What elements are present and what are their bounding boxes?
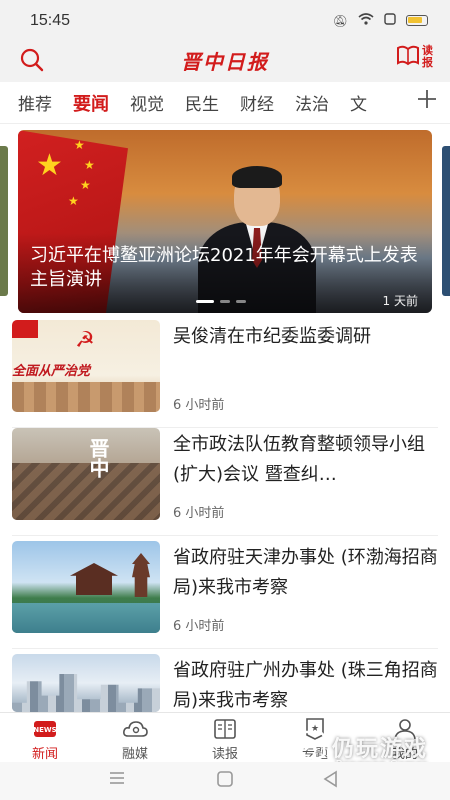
- channel-tab[interactable]: 法治: [295, 90, 329, 116]
- news-title: 吴俊清在市纪委监委调研: [173, 326, 371, 347]
- channel-tab[interactable]: 文: [350, 90, 367, 116]
- headline-carousel[interactable]: ★ ★ ★ ★ ★ 习近平在博鳌亚洲论坛2021年年会开幕式上发表主旨演讲 1 …: [0, 130, 450, 313]
- carousel-indicator: [196, 300, 246, 303]
- carousel-dot: [220, 300, 230, 303]
- channel-bar: 推荐 要闻 视觉 民生 财经 法治 文: [0, 82, 450, 124]
- news-time: 6 小时前: [173, 506, 225, 521]
- status-bar: 15:45 🔕︎: [0, 0, 450, 40]
- list-item[interactable]: 晋中 全市政法队伍教育整顿领导小组 (扩大)会议 暨查纠… 6 小时前: [12, 424, 438, 536]
- news-thumbnail: ☭ 全面从严治党: [12, 320, 160, 412]
- app-title: 晋中日报: [181, 50, 269, 74]
- watermark-logo-icon: [296, 730, 326, 764]
- svg-text:NEWS: NEWS: [33, 726, 56, 734]
- carousel-title: 习近平在博鳌亚洲论坛2021年年会开幕式上发表主旨演讲: [30, 245, 418, 290]
- carousel-slide[interactable]: ★ ★ ★ ★ ★ 习近平在博鳌亚洲论坛2021年年会开幕式上发表主旨演讲 1 …: [18, 130, 432, 313]
- status-time: 15:45: [30, 12, 71, 29]
- channel-tab[interactable]: 视觉: [130, 90, 164, 116]
- wifi-icon: [358, 13, 374, 28]
- carousel-dot-active: [196, 300, 214, 303]
- status-icons: 🔕︎: [333, 13, 428, 28]
- system-nav-bar: [0, 762, 450, 800]
- news-thumbnail: [12, 654, 160, 712]
- tab-read[interactable]: 读报: [190, 717, 260, 762]
- news-title: 省政府驻天津办事处 (环渤海招商局)来我市考察: [173, 547, 438, 598]
- tab-label: 新闻: [31, 747, 58, 762]
- app-header: 晋中日报 读报: [0, 40, 450, 82]
- menu-icon[interactable]: [108, 770, 126, 790]
- plus-icon[interactable]: [416, 88, 438, 116]
- cloud-icon: [122, 717, 148, 741]
- list-item[interactable]: ☭ 全面从严治党 吴俊清在市纪委监委调研 6 小时前: [12, 316, 438, 428]
- channel-tab-active[interactable]: 要闻: [73, 90, 109, 116]
- newspaper-icon: [212, 717, 238, 741]
- channel-tab[interactable]: 推荐: [18, 90, 52, 116]
- carousel-prev-peek[interactable]: [0, 146, 8, 296]
- tab-media[interactable]: 融媒: [100, 717, 170, 762]
- read-newspaper-button[interactable]: 读报: [396, 44, 436, 70]
- party-emblem-icon: ☭: [75, 328, 95, 353]
- thumb-caption: 全面从严治党: [12, 364, 91, 379]
- news-time: 6 小时前: [173, 619, 225, 634]
- channel-list: 推荐 要闻 视觉 民生 财经 法治 文: [18, 90, 367, 116]
- list-item[interactable]: 省政府驻广州办事处 (珠三角招商局)来我市考察: [12, 650, 438, 712]
- thumb-caption: 晋中: [86, 438, 110, 478]
- battery-icon: [406, 15, 428, 26]
- news-thumbnail: 晋中: [12, 428, 160, 520]
- news-icon: NEWS: [32, 717, 58, 741]
- news-title: 省政府驻广州办事处 (珠三角招商局)来我市考察: [173, 660, 438, 711]
- carousel-dot: [236, 300, 246, 303]
- list-item[interactable]: 省政府驻天津办事处 (环渤海招商局)来我市考察 6 小时前: [12, 537, 438, 649]
- news-time: 6 小时前: [173, 398, 225, 413]
- channel-tab[interactable]: 民生: [185, 90, 219, 116]
- sim-icon: [384, 13, 396, 28]
- home-icon[interactable]: [216, 770, 234, 792]
- back-icon[interactable]: [322, 770, 340, 792]
- book-icon: [396, 44, 420, 70]
- bell-off-icon: 🔕︎: [332, 13, 348, 28]
- tab-news[interactable]: NEWS 新闻: [10, 717, 80, 762]
- watermark: 仍玩游戏 Rengwan Games: [296, 730, 428, 771]
- read-label: 读报: [422, 44, 433, 69]
- channel-tab[interactable]: 财经: [240, 90, 274, 116]
- carousel-next-peek[interactable]: [442, 146, 450, 296]
- news-title: 全市政法队伍教育整顿领导小组 (扩大)会议 暨查纠…: [173, 434, 425, 485]
- news-thumbnail: [12, 541, 160, 633]
- tab-label: 读报: [211, 747, 238, 762]
- carousel-time: 1 天前: [382, 294, 418, 308]
- tab-label: 融媒: [121, 747, 148, 762]
